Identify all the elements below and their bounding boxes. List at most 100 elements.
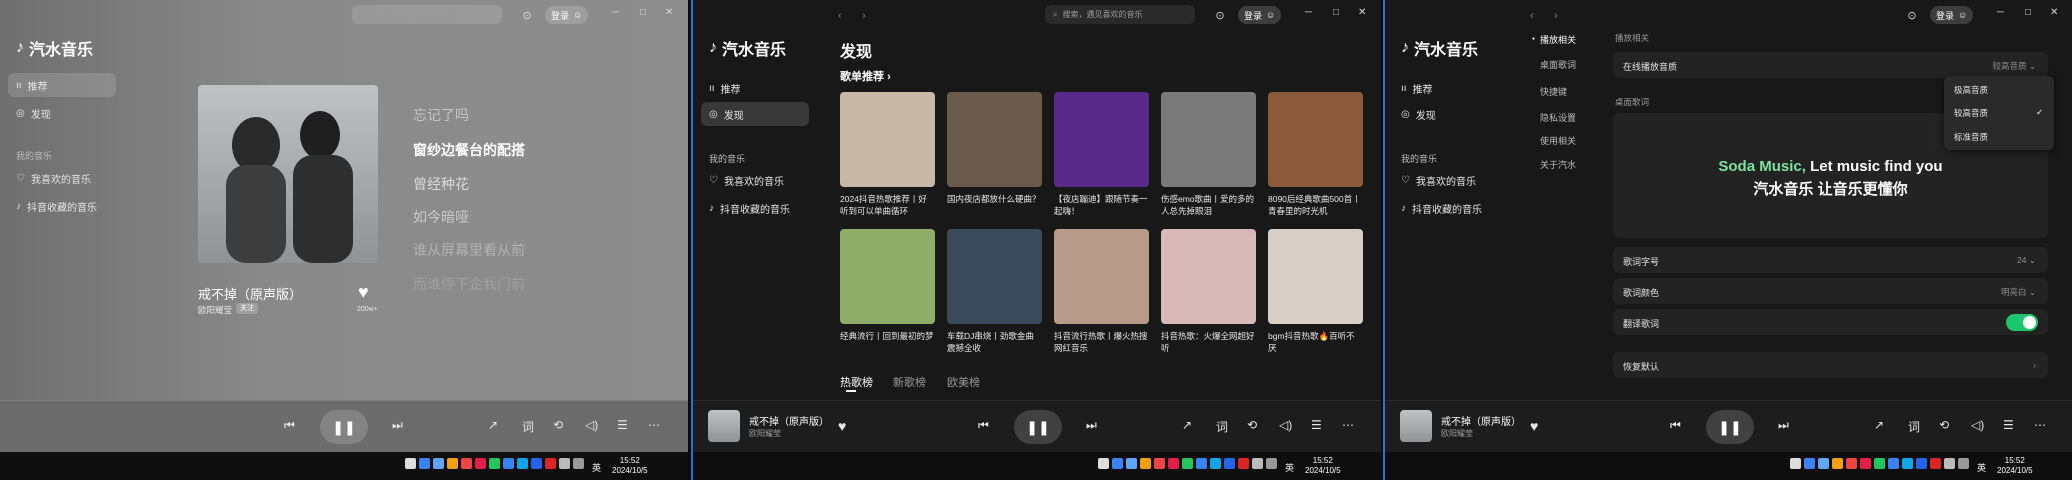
tray-icon[interactable] bbox=[1790, 458, 1801, 469]
menu-item-high[interactable]: 较高音质 bbox=[1954, 107, 1988, 119]
ime-indicator[interactable]: 英 bbox=[1285, 461, 1294, 474]
tray-icon[interactable] bbox=[1196, 458, 1207, 469]
artist-name[interactable]: 欧阳耀莹 bbox=[198, 304, 232, 316]
sidebar-item-recommend[interactable]: ıı 推荐 bbox=[8, 73, 116, 97]
tray-icon[interactable] bbox=[1860, 458, 1871, 469]
playlist-icon[interactable]: ☰ bbox=[2003, 418, 2014, 432]
reset-row[interactable]: 恢复默认 › bbox=[1613, 352, 2048, 378]
lyrics-button[interactable]: 词 bbox=[1908, 418, 1920, 435]
playlist-icon[interactable]: ☰ bbox=[1311, 418, 1322, 432]
more-icon[interactable]: ⋯ bbox=[648, 418, 660, 432]
tray-icon[interactable] bbox=[1846, 458, 1857, 469]
tab-hot-chart[interactable]: 热歌榜 bbox=[840, 374, 873, 390]
tray-icon[interactable] bbox=[1210, 458, 1221, 469]
tray-icon[interactable] bbox=[503, 458, 514, 469]
volume-icon[interactable]: ◁) bbox=[1971, 418, 1984, 432]
mini-album-cover[interactable] bbox=[708, 410, 740, 442]
pause-button[interactable]: ❚❚ bbox=[1706, 410, 1754, 444]
login-button[interactable]: 登录 ☺ bbox=[545, 6, 589, 24]
tray-icon[interactable] bbox=[1126, 458, 1137, 469]
clock[interactable]: 15:52 2024/10/5 bbox=[1997, 456, 2033, 476]
playlist-icon[interactable]: ☰ bbox=[617, 418, 628, 432]
tray-icon[interactable] bbox=[1182, 458, 1193, 469]
maximize-icon[interactable]: □ bbox=[1333, 7, 1339, 18]
tray-icon[interactable] bbox=[1958, 458, 1969, 469]
tray-icon[interactable] bbox=[1098, 458, 1109, 469]
sidebar-item-discover[interactable]: ◎ 发现 bbox=[1393, 102, 1501, 126]
minimize-icon[interactable]: ─ bbox=[1305, 7, 1312, 18]
close-icon[interactable]: ✕ bbox=[665, 7, 673, 18]
playlist-cover[interactable] bbox=[1268, 229, 1363, 324]
login-button[interactable]: 登录 ☺ bbox=[1930, 6, 1974, 24]
clock[interactable]: 15:52 2024/10/5 bbox=[1305, 456, 1341, 476]
playlist-title[interactable]: 8090后经典歌曲500首丨青春里的时光机 bbox=[1268, 193, 1363, 217]
tab-western-chart[interactable]: 欧美榜 bbox=[947, 374, 980, 390]
playlist-title[interactable]: 抖音流行热歌丨爆火热搜网红音乐 bbox=[1054, 330, 1149, 354]
playlist-cover[interactable] bbox=[1054, 92, 1149, 187]
tray-icon[interactable] bbox=[1140, 458, 1151, 469]
playlist-title[interactable]: 伤感emo歌曲丨爱的多的人总先掉眼泪 bbox=[1161, 193, 1256, 217]
tray-icon[interactable] bbox=[517, 458, 528, 469]
close-icon[interactable]: ✕ bbox=[2050, 7, 2058, 18]
next-icon[interactable]: ⏭ bbox=[1778, 418, 1789, 433]
tray-icon[interactable] bbox=[419, 458, 430, 469]
maximize-icon[interactable]: □ bbox=[640, 7, 646, 18]
minimize-icon[interactable]: ─ bbox=[612, 7, 619, 18]
tray-icon[interactable] bbox=[489, 458, 500, 469]
forward-icon[interactable]: › bbox=[862, 10, 866, 22]
tray-icon[interactable] bbox=[461, 458, 472, 469]
share-icon[interactable]: ↗ bbox=[1182, 418, 1192, 432]
settings-nav-desktop-lyrics[interactable]: 桌面歌词 bbox=[1540, 58, 1576, 71]
repeat-icon[interactable]: ⟲ bbox=[1247, 418, 1257, 432]
maximize-icon[interactable]: □ bbox=[2025, 7, 2031, 18]
settings-nav-usage[interactable]: 使用相关 bbox=[1540, 134, 1576, 147]
tray-icon[interactable] bbox=[433, 458, 444, 469]
settings-nav-shortcuts[interactable]: 快捷键 bbox=[1540, 85, 1567, 98]
like-heart-icon[interactable]: ♥ bbox=[838, 418, 846, 434]
settings-nav-privacy[interactable]: 隐私设置 bbox=[1540, 111, 1576, 124]
pause-button[interactable]: ❚❚ bbox=[320, 410, 368, 444]
playlist-cover[interactable] bbox=[840, 229, 935, 324]
sidebar-item-douyin[interactable]: ♪ 抖音收藏的音乐 bbox=[1393, 196, 1501, 220]
clock[interactable]: 15:52 2024/10/5 bbox=[612, 456, 648, 476]
playlist-title[interactable]: 车载DJ串烧丨劲歌金曲震撼全收 bbox=[947, 330, 1042, 354]
sidebar-item-recommend[interactable]: ıı 推荐 bbox=[1393, 76, 1501, 100]
tray-icon[interactable] bbox=[1944, 458, 1955, 469]
tray-icon[interactable] bbox=[1112, 458, 1123, 469]
playlist-title[interactable]: 抖音热歌：火爆全网超好听 bbox=[1161, 330, 1256, 354]
playlist-cover[interactable] bbox=[840, 92, 935, 187]
settings-icon[interactable]: ⊙ bbox=[1213, 8, 1227, 22]
playlist-cover[interactable] bbox=[947, 229, 1042, 324]
tray-icon[interactable] bbox=[1874, 458, 1885, 469]
lyrics-button[interactable]: 词 bbox=[522, 418, 534, 435]
player-artist[interactable]: 欧阳耀莹 bbox=[1441, 428, 1473, 439]
back-icon[interactable]: ‹ bbox=[838, 10, 842, 22]
sidebar-item-discover[interactable]: ◎ 发现 bbox=[701, 102, 809, 126]
share-icon[interactable]: ↗ bbox=[1874, 418, 1884, 432]
like-heart-icon[interactable]: ♥ bbox=[1530, 418, 1538, 434]
playlist-cover[interactable] bbox=[947, 92, 1042, 187]
search-input[interactable]: ⌕ 搜索，遇见喜欢的音乐 bbox=[352, 5, 502, 24]
previous-icon[interactable]: ⏮ bbox=[284, 418, 295, 433]
playlist-title[interactable]: 2024抖音热歌推荐丨好听到可以单曲循环 bbox=[840, 193, 935, 217]
tray-icon[interactable] bbox=[1252, 458, 1263, 469]
previous-icon[interactable]: ⏮ bbox=[1670, 418, 1681, 433]
repeat-icon[interactable]: ⟲ bbox=[553, 418, 563, 432]
tray-icon[interactable] bbox=[573, 458, 584, 469]
tray-icon[interactable] bbox=[1154, 458, 1165, 469]
tray-icon[interactable] bbox=[475, 458, 486, 469]
tray-icon[interactable] bbox=[1916, 458, 1927, 469]
playlist-cover[interactable] bbox=[1054, 229, 1149, 324]
playlist-title[interactable]: 国内夜店都放什么硬曲？ bbox=[947, 193, 1042, 205]
tray-icon[interactable] bbox=[1238, 458, 1249, 469]
volume-icon[interactable]: ◁) bbox=[585, 418, 598, 432]
minimize-icon[interactable]: ─ bbox=[1997, 7, 2004, 18]
like-heart-icon[interactable]: ♥ bbox=[358, 282, 369, 303]
tray-icon[interactable] bbox=[559, 458, 570, 469]
playlist-cover[interactable] bbox=[1161, 229, 1256, 324]
tray-icon[interactable] bbox=[1266, 458, 1277, 469]
tray-icon[interactable] bbox=[1168, 458, 1179, 469]
lyrics-button[interactable]: 词 bbox=[1216, 418, 1228, 435]
menu-item-highest[interactable]: 极高音质 bbox=[1954, 84, 1988, 96]
translate-toggle[interactable] bbox=[2006, 314, 2038, 331]
